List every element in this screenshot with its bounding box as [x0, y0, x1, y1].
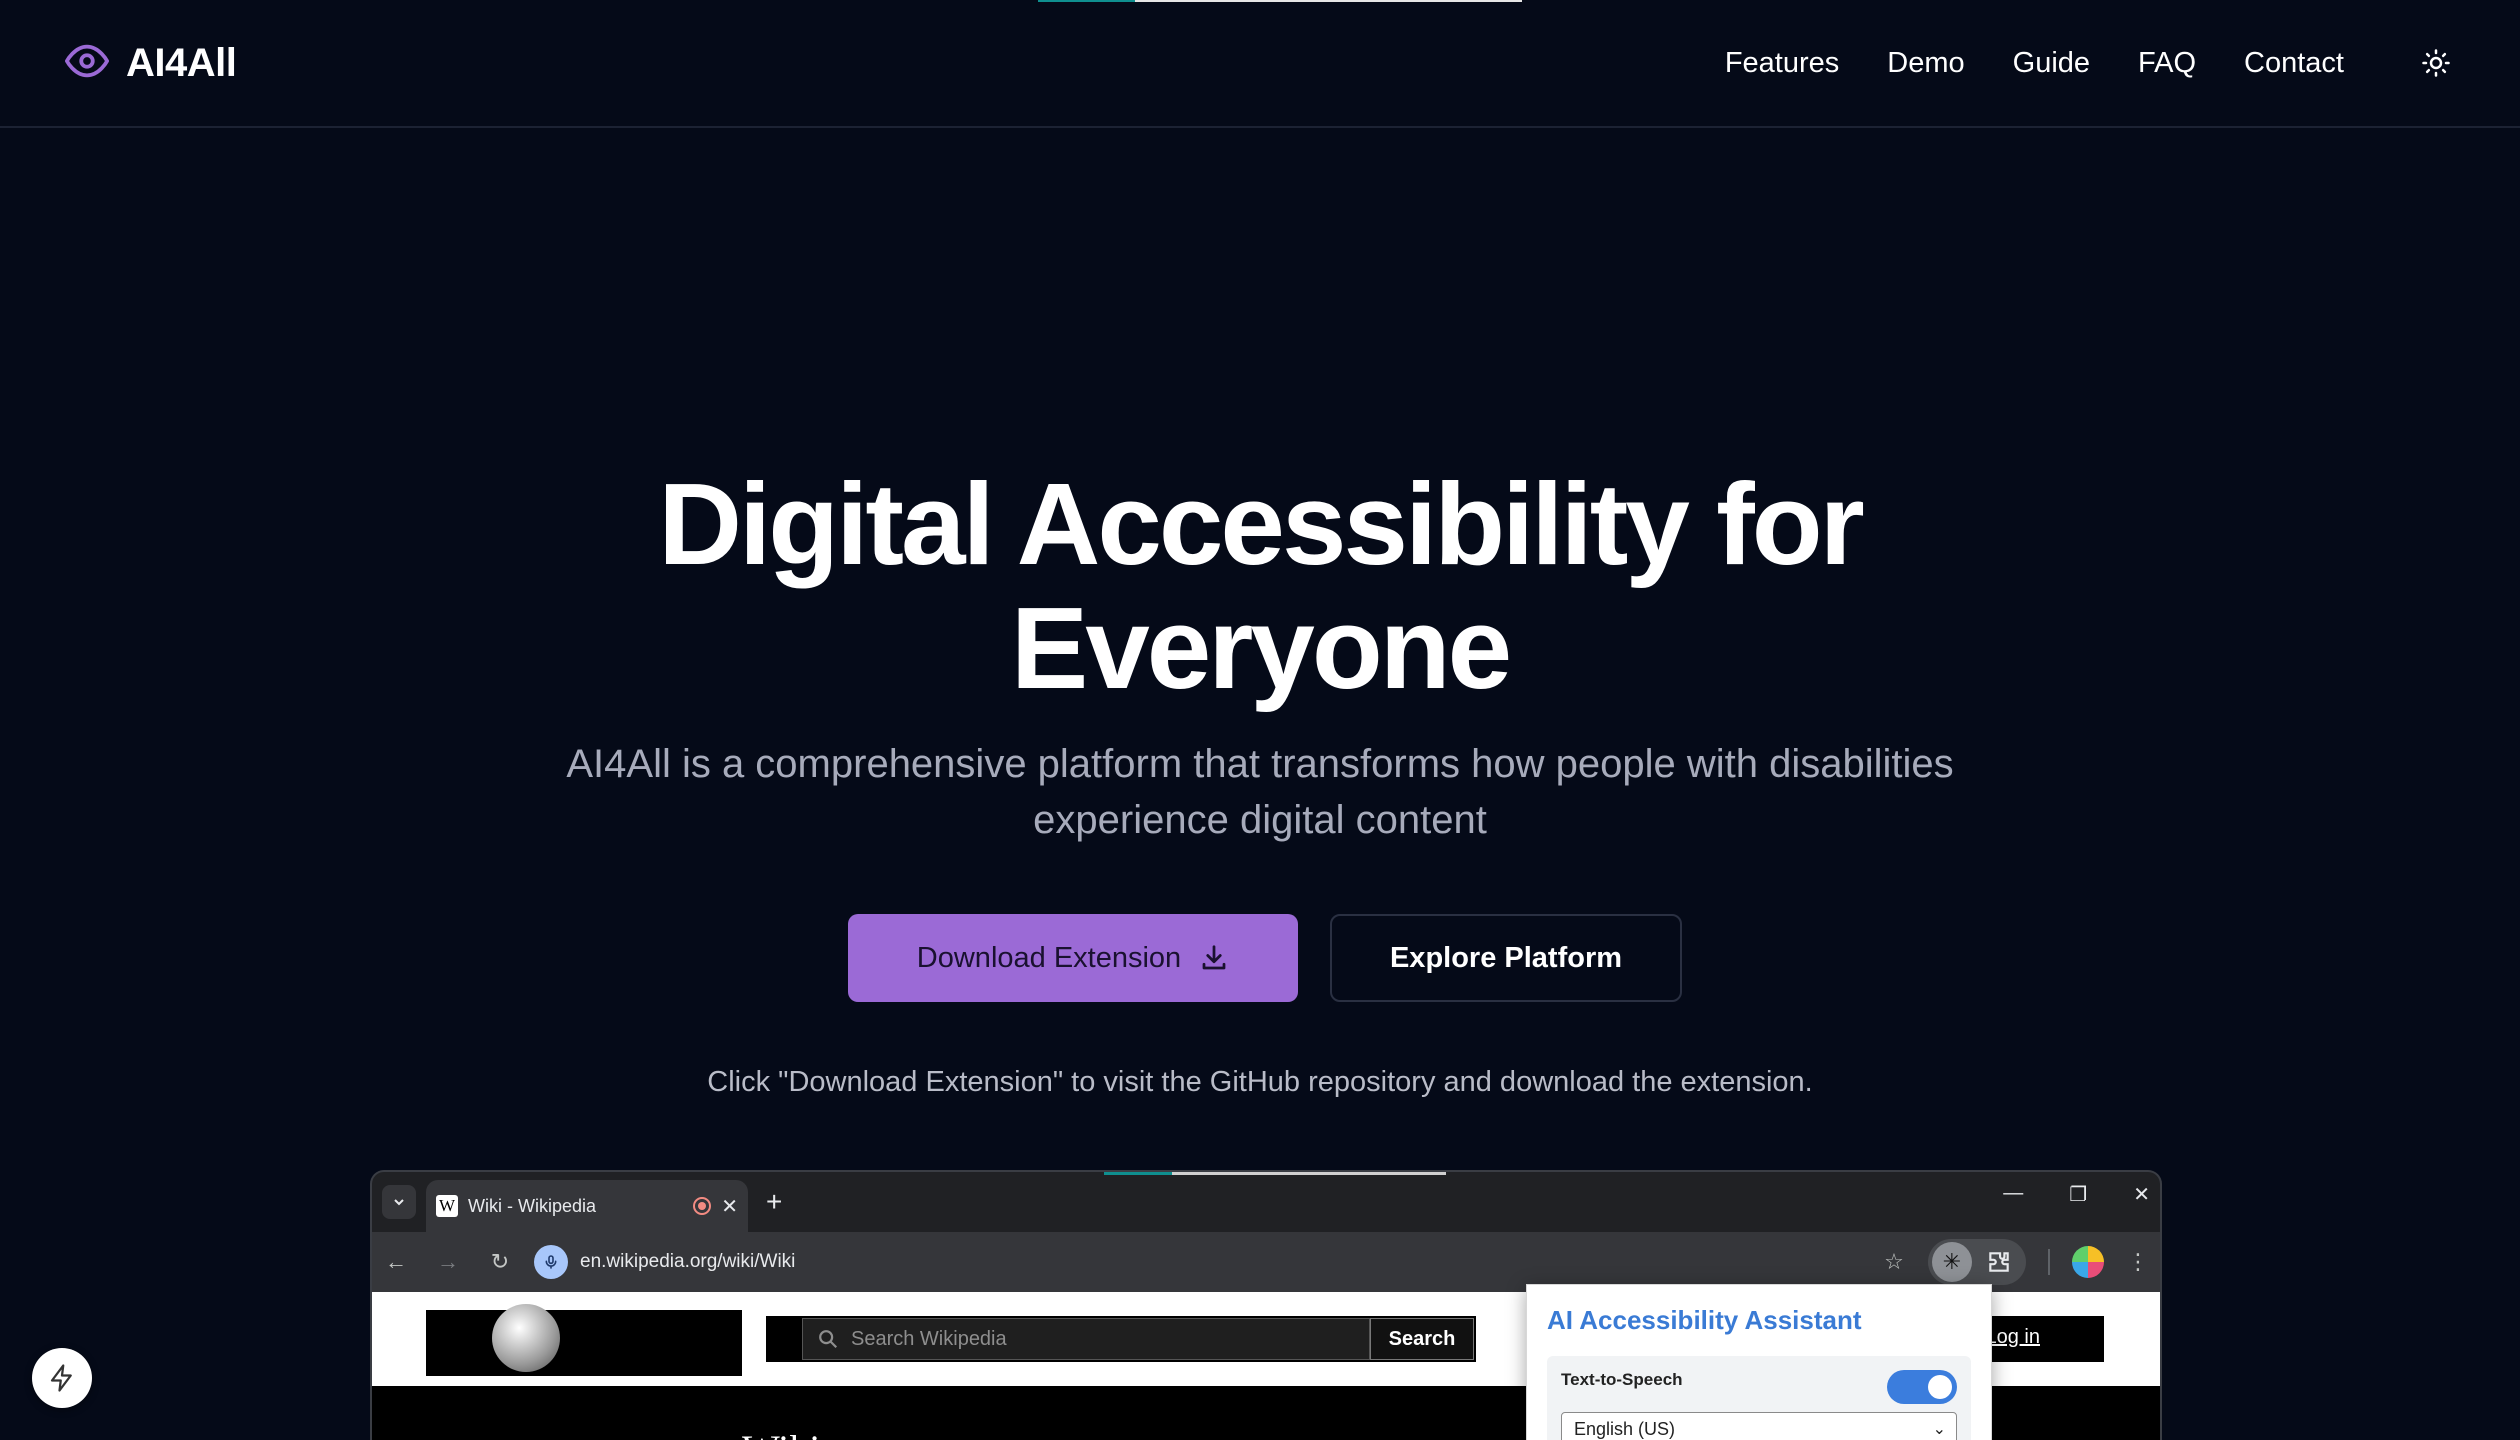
extensions-pill: ✳ [1928, 1239, 2026, 1285]
explore-platform-button[interactable]: Explore Platform [1330, 914, 1682, 1002]
microphone-icon[interactable] [534, 1245, 568, 1279]
tab-title: Wiki - Wikipedia [468, 1195, 597, 1216]
hero-title-line2: Everyone [1010, 583, 1512, 713]
nav-demo[interactable]: Demo [1887, 47, 1964, 80]
theme-toggle-button[interactable] [2416, 43, 2456, 83]
toolbar-divider [2048, 1249, 2050, 1275]
tab-close-icon[interactable]: ✕ [721, 1194, 738, 1219]
site-header: AI4All Features Demo Guide FAQ Contact [0, 0, 2520, 128]
nav-contact[interactable]: Contact [2244, 47, 2344, 80]
browser-mockup: W Wiki - Wikipedia ✕ + — ❐ ✕ ← → ↻ en.wi… [370, 1170, 2162, 1440]
nav-features[interactable]: Features [1725, 47, 1839, 80]
extensions-puzzle-icon[interactable] [1986, 1249, 2012, 1275]
download-hint: Click "Download Extension" to visit the … [707, 1066, 1813, 1098]
wiki-search-input[interactable]: Search Wikipedia [802, 1318, 1370, 1360]
bookmark-star-icon[interactable]: ☆ [1882, 1249, 1906, 1275]
main-nav: Features Demo Guide FAQ Contact [1677, 43, 2456, 83]
address-bar[interactable]: en.wikipedia.org/wiki/Wiki [534, 1245, 795, 1279]
language-select[interactable]: English (US) ⌄ [1561, 1412, 1957, 1440]
restore-icon[interactable]: ❐ [2069, 1182, 2087, 1207]
reload-icon[interactable]: ↻ [488, 1249, 512, 1275]
download-icon [1202, 945, 1226, 970]
hero-subtitle: AI4All is a comprehensive platform that … [566, 742, 1954, 842]
wikipedia-logo-box [426, 1310, 742, 1376]
wikipedia-favicon-icon: W [436, 1195, 458, 1217]
eye-icon [64, 38, 110, 89]
accessibility-extension-icon[interactable]: ✳ [1932, 1242, 1972, 1282]
profile-avatar[interactable] [2072, 1246, 2104, 1278]
forward-icon[interactable]: → [436, 1249, 460, 1275]
toolbar-right: ☆ ✳ ⋮ [1882, 1232, 2150, 1292]
chevron-down-icon: ⌄ [1932, 1421, 1946, 1438]
wiki-login-link[interactable]: Log in [1986, 1326, 2041, 1349]
search-icon [819, 1330, 838, 1349]
nav-faq[interactable]: FAQ [2138, 47, 2196, 80]
brand-link[interactable]: AI4All [64, 38, 237, 89]
panel-title: AI Accessibility Assistant [1547, 1305, 1862, 1335]
tts-section: Text-to-Speech English (US) ⌄ [1547, 1356, 1971, 1440]
wiki-search-placeholder: Search Wikipedia [851, 1327, 1007, 1350]
accessibility-assistant-panel: AI Accessibility Assistant Text-to-Speec… [1526, 1284, 1992, 1440]
bolt-icon [50, 1364, 72, 1392]
tab-search-button[interactable] [382, 1185, 416, 1219]
download-extension-label: Download Extension [916, 941, 1182, 974]
tab-strip: W Wiki - Wikipedia ✕ + — ❐ ✕ [372, 1172, 2160, 1232]
browser-toolbar: ← → ↻ en.wikipedia.org/wiki/Wiki ☆ ✳ ⋮ [372, 1232, 2160, 1292]
wikipedia-globe-icon[interactable] [492, 1304, 560, 1372]
kebab-menu-icon[interactable]: ⋮ [2126, 1249, 2150, 1275]
new-tab-icon[interactable]: + [766, 1186, 782, 1218]
wiki-heading: Wiki [742, 1426, 820, 1440]
window-close-icon[interactable]: ✕ [2133, 1182, 2150, 1207]
tts-label: Text-to-Speech [1561, 1370, 1683, 1389]
quick-action-button[interactable] [32, 1348, 92, 1408]
brand-name: AI4All [126, 40, 237, 85]
tts-toggle[interactable] [1887, 1370, 1957, 1404]
chevron-down-icon [394, 1199, 404, 1206]
minimize-icon[interactable]: — [2003, 1182, 2023, 1207]
window-controls: — ❐ ✕ [2003, 1182, 2150, 1207]
hero-title: Digital Accessibility for Everyone [0, 462, 2520, 710]
back-icon[interactable]: ← [384, 1249, 408, 1275]
wiki-search-button[interactable]: Search [1370, 1318, 1474, 1360]
language-select-value: English (US) [1574, 1419, 1676, 1439]
nav-guide[interactable]: Guide [2013, 47, 2090, 80]
download-extension-button[interactable]: Download Extension [848, 914, 1298, 1002]
hero-title-line1: Digital Accessibility for [658, 459, 1864, 589]
address-url: en.wikipedia.org/wiki/Wiki [580, 1251, 796, 1272]
recording-icon [693, 1197, 712, 1215]
browser-tab[interactable]: W Wiki - Wikipedia ✕ [426, 1180, 748, 1232]
sun-icon [2422, 49, 2450, 77]
